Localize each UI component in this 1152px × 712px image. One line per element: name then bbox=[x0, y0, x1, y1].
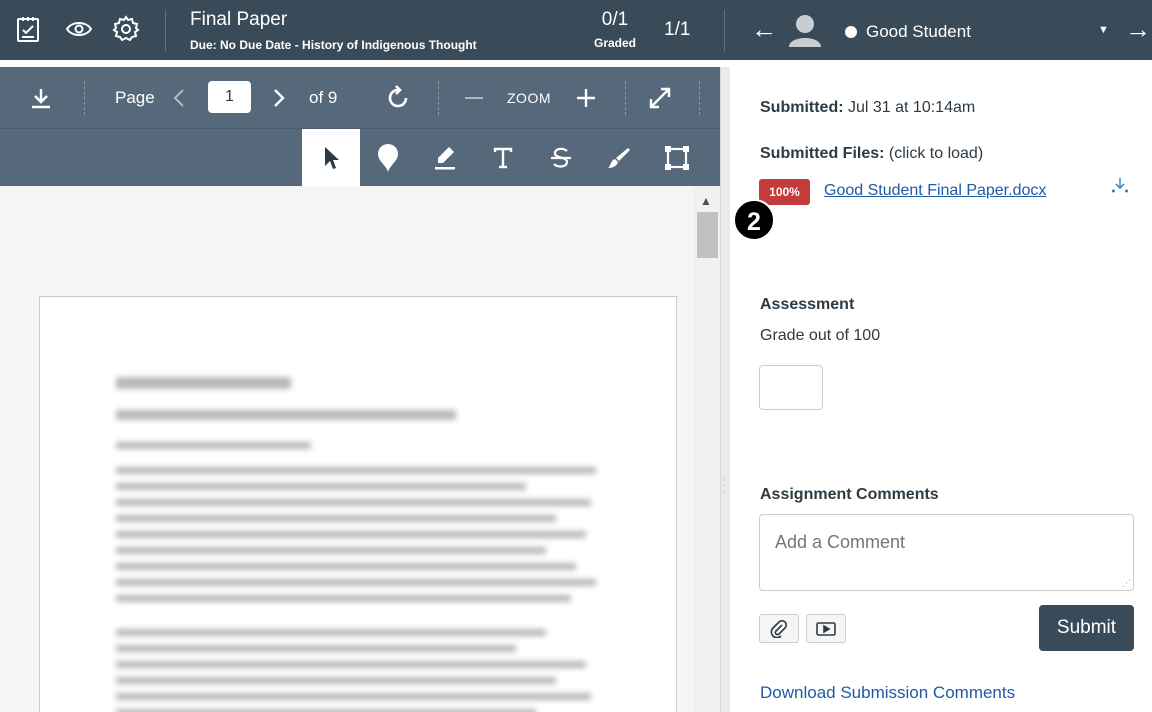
assignment-comments-heading: Assignment Comments bbox=[760, 486, 939, 503]
submitted-files-hint: (click to load) bbox=[888, 145, 984, 162]
blurred-paragraph bbox=[116, 483, 526, 490]
student-selector[interactable]: Good Student bbox=[845, 22, 971, 42]
document-viewer: Page of 9 ZOOM bbox=[0, 67, 720, 712]
assessment-heading: Assessment bbox=[760, 296, 855, 313]
point-annotation-pin-icon[interactable] bbox=[359, 129, 417, 187]
blurred-paragraph bbox=[116, 645, 516, 652]
freehand-brush-icon[interactable] bbox=[590, 129, 648, 187]
fullscreen-expand-icon[interactable] bbox=[646, 83, 674, 113]
blurred-paragraph bbox=[116, 677, 556, 684]
paperclip-icon bbox=[770, 619, 788, 638]
assignment-title[interactable]: Final Paper bbox=[190, 9, 287, 31]
strikeout-icon[interactable] bbox=[532, 129, 590, 187]
previous-student-arrow-icon[interactable]: ← bbox=[751, 16, 777, 42]
select-cursor-icon[interactable] bbox=[302, 129, 360, 187]
student-name: Good Student bbox=[866, 22, 971, 41]
submission-count: 1/1 bbox=[664, 19, 691, 40]
toolbar-separator bbox=[438, 81, 439, 115]
media-play-icon bbox=[816, 621, 836, 636]
status-dot-icon bbox=[845, 26, 857, 38]
submitted-timestamp: Jul 31 at 10:14am bbox=[848, 99, 976, 116]
document-page[interactable] bbox=[39, 296, 677, 712]
blurred-paragraph bbox=[116, 629, 546, 636]
caret-down-icon[interactable]: ▼ bbox=[1098, 24, 1109, 36]
scrollbar-thumb[interactable] bbox=[697, 212, 718, 258]
graded-label: Graded bbox=[593, 36, 636, 50]
submitted-label: Submitted: bbox=[760, 99, 844, 116]
blurred-paragraph bbox=[116, 499, 591, 506]
highlight-pen-icon[interactable] bbox=[416, 129, 474, 187]
page-label: Page bbox=[115, 88, 155, 107]
grade-input[interactable] bbox=[759, 365, 823, 410]
comment-textarea[interactable] bbox=[759, 514, 1134, 591]
due-date: Due: No Due Date bbox=[190, 38, 292, 52]
due-separator: - bbox=[294, 38, 303, 52]
toolbar-separator bbox=[84, 81, 85, 115]
previous-page-icon[interactable] bbox=[168, 83, 190, 113]
blurred-paragraph bbox=[116, 595, 571, 602]
panel-resize-handle[interactable]: · · · bbox=[720, 67, 730, 712]
course-name[interactable]: History of Indigenous Thought bbox=[302, 38, 477, 52]
file-download-icon[interactable] bbox=[1111, 177, 1128, 198]
submitted-file-link[interactable]: Good Student Final Paper.docx bbox=[824, 182, 1046, 200]
grip-dots-icon: · · · bbox=[723, 473, 727, 498]
blurred-heading bbox=[116, 377, 291, 389]
viewer-scrollbar[interactable] bbox=[694, 186, 720, 712]
graded-count: 0/1 bbox=[601, 9, 629, 30]
area-annotation-icon[interactable] bbox=[648, 129, 706, 187]
toolbar-separator bbox=[699, 81, 700, 115]
header-divider bbox=[165, 10, 166, 52]
submitted-files-label: Submitted Files: bbox=[760, 145, 885, 162]
next-page-icon[interactable] bbox=[268, 83, 290, 113]
blurred-paragraph bbox=[116, 563, 576, 570]
submitted-files-line: Submitted Files: (click to load) bbox=[760, 145, 983, 163]
blurred-paragraph bbox=[116, 661, 586, 668]
student-avatar bbox=[788, 13, 822, 47]
zoom-label: ZOOM bbox=[507, 90, 551, 106]
scroll-up-arrow-icon[interactable]: ▲ bbox=[700, 194, 712, 208]
page-number-input[interactable] bbox=[208, 81, 251, 113]
top-header: Final Paper Due: No Due Date - History o… bbox=[0, 0, 1152, 60]
media-comment-button[interactable] bbox=[806, 614, 846, 643]
download-submission-comments-link[interactable]: Download Submission Comments bbox=[760, 683, 1015, 703]
gradebook-icon[interactable] bbox=[11, 12, 45, 46]
blurred-paragraph bbox=[116, 531, 586, 538]
grade-out-of-label: Grade out of 100 bbox=[760, 327, 881, 344]
zoom-in-icon[interactable] bbox=[574, 83, 598, 113]
grading-panel: Submitted: Jul 31 at 10:14am Submitted F… bbox=[730, 60, 1152, 712]
attach-file-button[interactable] bbox=[759, 614, 799, 643]
blurred-text-line bbox=[116, 442, 311, 449]
rotate-icon[interactable] bbox=[383, 83, 413, 113]
blurred-paragraph bbox=[116, 693, 591, 700]
step-callout-badge: 2 bbox=[733, 199, 775, 241]
page-total: of 9 bbox=[309, 88, 338, 107]
due-line: Due: No Due Date - History of Indigenous… bbox=[190, 38, 477, 52]
similarity-score-badge[interactable]: 100% bbox=[759, 179, 810, 205]
blurred-paragraph bbox=[116, 547, 546, 554]
viewer-toolbar: Page of 9 ZOOM bbox=[0, 67, 720, 128]
annotation-toolbar bbox=[0, 128, 720, 187]
blurred-paragraph bbox=[116, 579, 596, 586]
eye-icon[interactable] bbox=[62, 12, 96, 46]
textarea-resize-grip-icon[interactable]: ⋰ bbox=[1122, 578, 1131, 589]
toolbar-separator bbox=[625, 81, 626, 115]
submitted-line: Submitted: Jul 31 at 10:14am bbox=[760, 99, 975, 117]
blurred-paragraph bbox=[116, 515, 556, 522]
grade-summary: 0/1 Graded bbox=[588, 9, 642, 50]
settings-gear-icon[interactable] bbox=[109, 12, 143, 46]
blurred-paragraph bbox=[116, 467, 596, 474]
submit-comment-button[interactable]: Submit bbox=[1039, 605, 1134, 651]
text-annotation-icon[interactable] bbox=[474, 129, 532, 187]
zoom-out-icon[interactable] bbox=[462, 83, 486, 113]
blurred-subheading bbox=[116, 410, 456, 420]
download-icon[interactable] bbox=[26, 83, 56, 113]
next-student-arrow-icon[interactable]: → bbox=[1125, 16, 1151, 42]
header-divider-right bbox=[724, 10, 725, 52]
